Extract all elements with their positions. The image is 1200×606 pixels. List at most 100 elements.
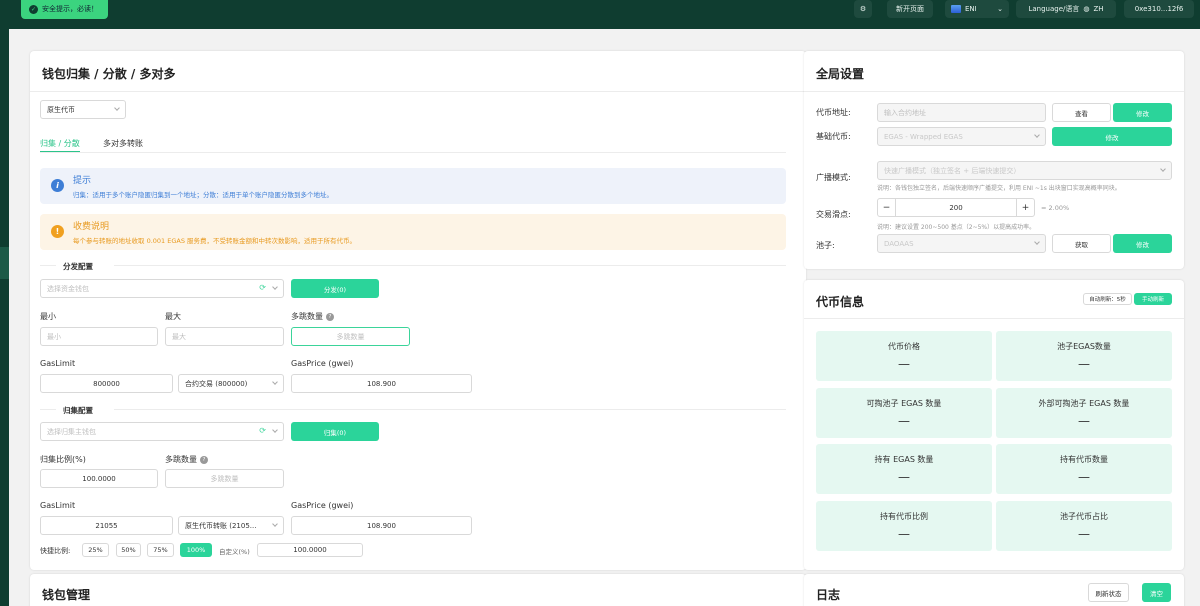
security-toast[interactable]: ✓ 安全提示，必读！	[21, 0, 108, 19]
modify-token-button[interactable]: 修改	[1113, 103, 1172, 122]
chevron-down-icon	[272, 521, 278, 527]
divider	[804, 318, 1184, 319]
refresh-status-button[interactable]: 刷新状态	[1088, 583, 1129, 602]
max-input[interactable]: 最大	[165, 327, 284, 346]
gasprice-value: 108.900	[367, 379, 396, 388]
base-token-value: EGAS - Wrapped EGAS	[884, 132, 963, 141]
log-title: 日志	[816, 588, 841, 602]
chevron-down-icon	[114, 105, 120, 111]
hops-label: 多跳数量?	[291, 311, 334, 322]
minus-button[interactable]: −	[878, 199, 896, 216]
stat-label: 池子EGAS数量	[1057, 342, 1111, 351]
fetch-pool-button[interactable]: 获取	[1052, 234, 1111, 253]
wallet-address-button[interactable]: 0xe310...12f6	[1124, 0, 1194, 18]
clear-log-button[interactable]: 清空	[1142, 583, 1171, 602]
quick-25-button[interactable]: 25%	[82, 543, 109, 557]
network-label: ENI	[965, 5, 977, 13]
ratio-input[interactable]: 100.0000	[40, 469, 158, 488]
fund-wallet-select[interactable]: 选择资金钱包 ⟳	[40, 279, 284, 298]
pool-value: DAOAAS	[884, 239, 914, 248]
stat-label: 外部可掏池子 EGAS 数量	[1038, 399, 1130, 408]
plus-button[interactable]: +	[1016, 199, 1034, 216]
collect-hops-input[interactable]: 多跳数量	[165, 469, 284, 488]
settings-button[interactable]: ⚙	[854, 0, 872, 18]
manual-refresh-button[interactable]: 手动刷新	[1134, 293, 1172, 305]
stat-held-token-ratio: 持有代币比例 —	[816, 501, 992, 551]
language-select[interactable]: Language/语言 ◍ ZH	[1016, 0, 1116, 18]
tip-text: 归集：适用于多个账户隐匿归集到一个地址；分散：适用于单个账户隐匿分散到多个地址。	[73, 191, 333, 199]
globe-icon: ◍	[1083, 5, 1090, 13]
collect-wallet-select[interactable]: 选择归集主钱包 ⟳	[40, 422, 284, 441]
tab-collect-distribute[interactable]: 归集 / 分散	[40, 138, 80, 149]
left-sidebar	[0, 29, 9, 606]
quick-100-button[interactable]: 100%	[180, 543, 212, 557]
collect-gas-mode-select[interactable]: 原生代币转账 (2105...	[178, 516, 284, 535]
view-button[interactable]: 查看	[1052, 103, 1111, 122]
collect-wallet-placeholder: 选择归集主钱包	[47, 427, 96, 436]
collect-gaslimit-input[interactable]: 21055	[40, 516, 173, 535]
global-settings-title: 全局设置	[816, 67, 865, 81]
gasprice-input[interactable]: 108.900	[291, 374, 472, 393]
network-select[interactable]: ENI ⌄	[945, 0, 1009, 18]
collect-gas-mode-value: 原生代币转账 (2105...	[185, 521, 257, 530]
hops-input[interactable]: 多跳数量	[291, 327, 410, 346]
stat-label: 持有代币比例	[880, 512, 928, 521]
auto-refresh-toggle[interactable]: 自动刷新：5秒	[1083, 293, 1132, 305]
pool-label: 池子:	[816, 241, 835, 250]
stat-held-token: 持有代币数量 —	[996, 444, 1172, 494]
global-settings-card: 全局设置 代币地址: 输入合约地址 查看 修改 基础代币: EGAS - Wra…	[804, 51, 1184, 269]
help-icon[interactable]: ?	[200, 455, 208, 464]
gaslimit-input[interactable]: 800000	[40, 374, 173, 393]
gaslimit-label: GasLimit	[40, 359, 76, 368]
stat-value: —	[1078, 470, 1090, 484]
gas-mode-select[interactable]: 合约交易 (800000)	[178, 374, 284, 393]
token-address-input[interactable]: 输入合约地址	[877, 103, 1046, 122]
new-page-button[interactable]: 新开页面	[887, 0, 933, 18]
hops-label-text: 多跳数量	[291, 312, 323, 321]
tip-alert: i 提示 归集：适用于多个账户隐匿归集到一个地址；分散：适用于单个账户隐匿分散到…	[40, 168, 786, 204]
info-icon: i	[51, 179, 64, 192]
wallet-management-card: 钱包管理	[30, 574, 806, 606]
token-info-card: 代币信息 自动刷新：5秒 手动刷新 代币价格 — 池子EGAS数量 — 可掏池子 E…	[804, 280, 1184, 570]
max-label: 最大	[165, 312, 181, 321]
quick-50-button[interactable]: 50%	[116, 543, 141, 557]
top-bar: ✓ 安全提示，必读！ ⚙ 新开页面 ENI ⌄ Language/语言 ◍ ZH…	[0, 0, 1200, 29]
modify-pool-button[interactable]: 修改	[1113, 234, 1172, 253]
broadcast-mode-select[interactable]: 快速广播模式（独立签名 + 后端快速提交）	[877, 161, 1172, 180]
stat-label: 池子代币占比	[1060, 512, 1108, 521]
min-input[interactable]: 最小	[40, 327, 158, 346]
gaslimit-value: 800000	[93, 379, 120, 388]
slippage-stepper[interactable]: − 200 +	[877, 198, 1035, 217]
collect-gasprice-input[interactable]: 108.900	[291, 516, 472, 535]
collect-button[interactable]: 归集(0)	[291, 422, 379, 441]
stat-value: —	[898, 414, 910, 428]
stat-label: 代币价格	[888, 342, 920, 351]
base-token-label: 基础代币:	[816, 132, 851, 141]
modify-base-token-button[interactable]: 修改	[1052, 127, 1172, 146]
collect-section-title: 归集配置	[63, 406, 93, 415]
stat-pool-token-share: 池子代币占比 —	[996, 501, 1172, 551]
slippage-value: 200	[949, 203, 963, 212]
quick-75-button[interactable]: 75%	[147, 543, 174, 557]
tab-many-to-many[interactable]: 多对多转账	[103, 138, 143, 149]
help-icon[interactable]: ?	[326, 312, 334, 321]
pool-select[interactable]: DAOAAS	[877, 234, 1046, 253]
distribute-button[interactable]: 分发(0)	[291, 279, 379, 298]
base-token-select[interactable]: EGAS - Wrapped EGAS	[877, 127, 1046, 146]
slippage-percent: = 2.00%	[1041, 204, 1070, 212]
sidebar-highlight	[0, 247, 9, 279]
stat-external-drainable-egas: 外部可掏池子 EGAS 数量 —	[996, 388, 1172, 438]
tabs-divider	[40, 152, 786, 153]
language-value: ZH	[1093, 5, 1104, 13]
broadcast-note: 说明：各钱包独立签名，后端快速顺序广播提交，利用 ENI ~1s 出块窗口实现高…	[877, 185, 1121, 192]
custom-ratio-input[interactable]: 100.0000	[257, 543, 363, 557]
gas-mode-value: 合约交易 (800000)	[185, 379, 248, 388]
stat-value: —	[1078, 357, 1090, 371]
ratio-label: 归集比例(%)	[40, 455, 86, 464]
slippage-label: 交易滑点:	[816, 210, 851, 219]
gear-icon: ⚙	[859, 5, 867, 13]
fee-text: 每个参与转账的地址收取 0.001 EGAS 服务费，不受转账金额和中转次数影响…	[73, 237, 357, 245]
token-type-select[interactable]: 原生代币	[40, 100, 126, 119]
stat-label: 持有代币数量	[1060, 455, 1108, 464]
stat-label: 持有 EGAS 数量	[874, 455, 934, 464]
